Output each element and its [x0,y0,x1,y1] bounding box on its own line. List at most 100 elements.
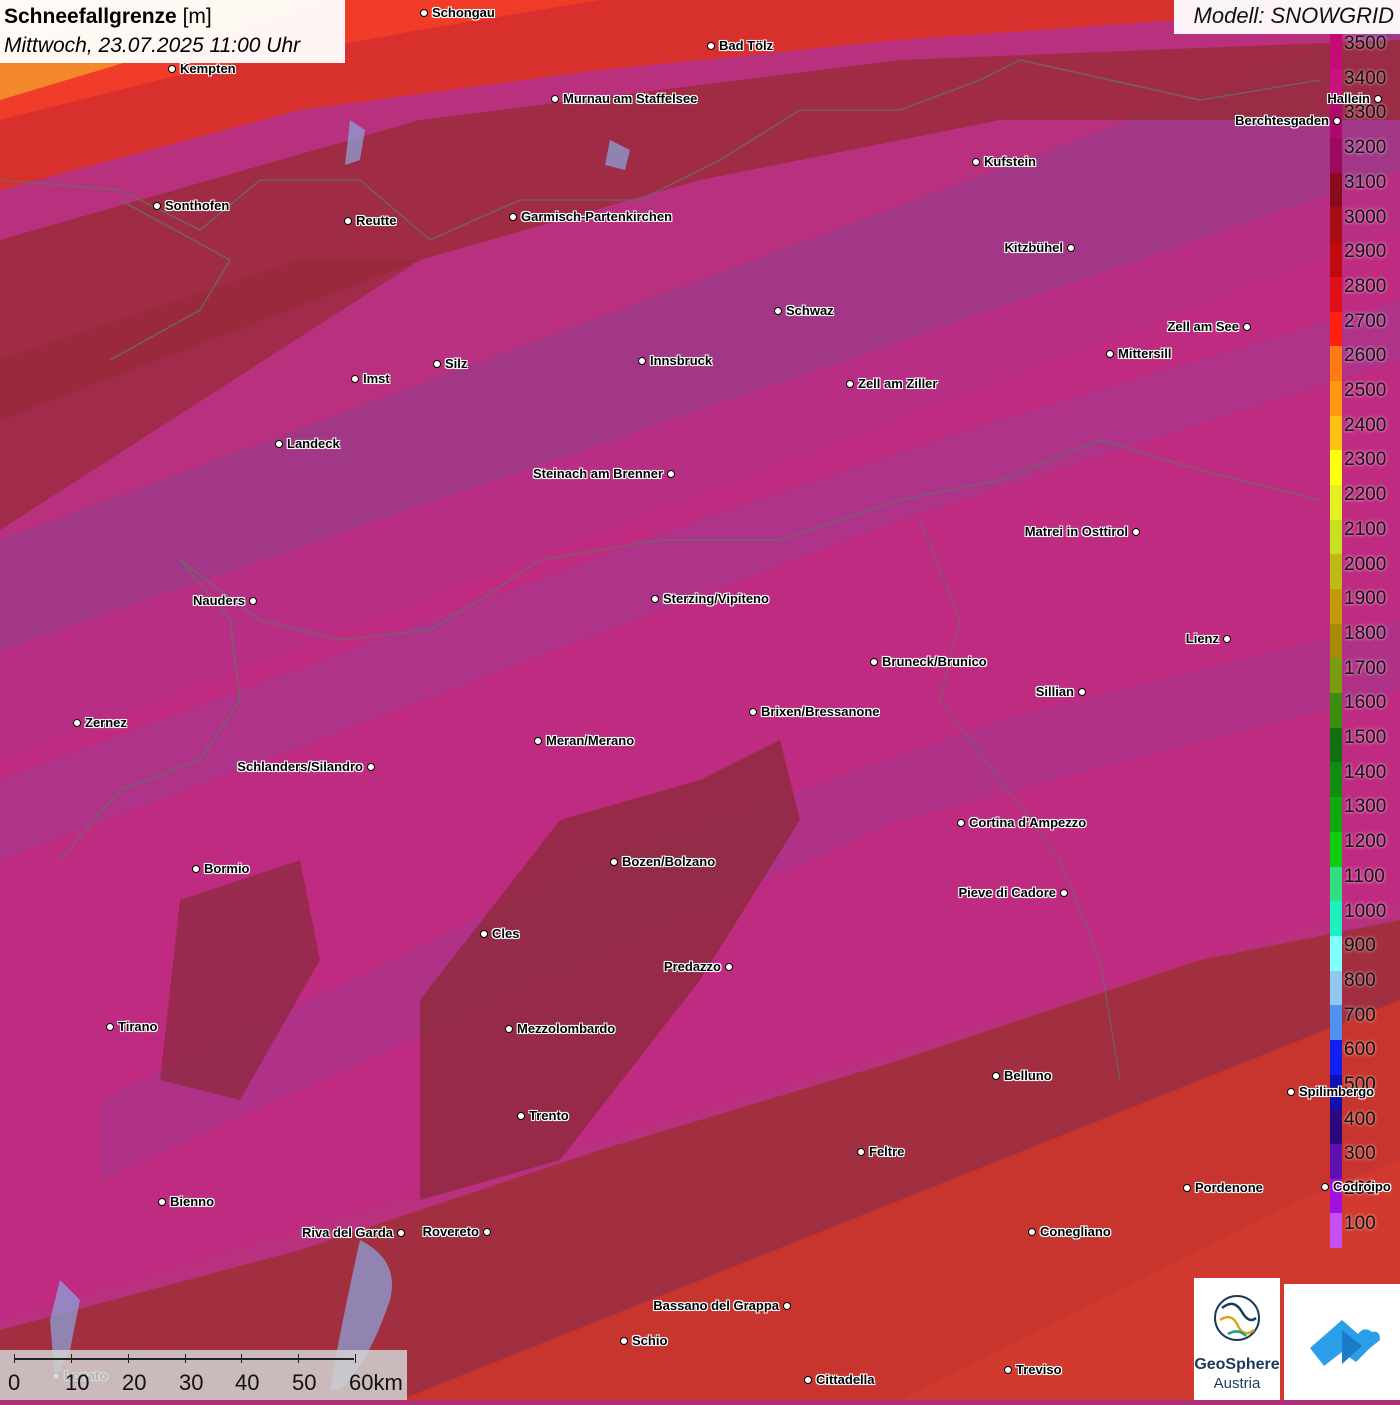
scale-bar-line [14,1358,354,1360]
city-label[interactable]: Meran/Merano [546,733,634,748]
city-marker [638,357,646,365]
city-label[interactable]: Garmisch-Partenkirchen [521,209,672,224]
scale-tick [185,1354,186,1363]
city-label[interactable]: Sterzing/Vipiteno [663,591,769,606]
city-label[interactable]: Conegliano [1040,1224,1111,1239]
city-label[interactable]: Bad Tölz [719,38,773,53]
scale-label: 20 [122,1370,147,1395]
city-label[interactable]: Schio [632,1333,667,1348]
city-label[interactable]: Bienno [170,1194,214,1209]
city-label[interactable]: Lienz [1186,631,1219,646]
city-label[interactable]: Pordenone [1195,1180,1263,1195]
city-label[interactable]: Silz [445,356,467,371]
legend-swatch [1330,762,1342,798]
city-label[interactable]: Matrei in Osttirol [1025,524,1128,539]
city-marker [351,375,359,383]
city-label[interactable]: Rovereto [423,1224,479,1239]
city-marker [1321,1183,1329,1191]
city-label[interactable]: Zell am Ziller [858,376,937,391]
city-label[interactable]: Reutte [356,213,396,228]
legend-swatch [1330,138,1342,173]
legend-swatch [1330,415,1342,451]
city-marker [397,1229,405,1237]
map-title: Schneefallgrenze [m] [4,2,341,31]
city-marker [168,65,176,73]
legend-label: 2600 [1344,345,1387,367]
city-label[interactable]: Treviso [1016,1362,1062,1377]
city-label[interactable]: Riva del Garda [302,1225,393,1240]
city-label[interactable]: Bormio [204,861,250,876]
city-marker [1333,117,1341,125]
city-label[interactable]: Murnau am Staffelsee [563,91,697,106]
legend-swatch [1330,346,1342,381]
city-label[interactable]: Bassano del Grappa [653,1298,779,1313]
legend-swatch [1330,797,1342,832]
city-label[interactable]: Belluno [1004,1068,1052,1083]
city-label[interactable]: Kempten [180,61,236,76]
legend-swatch [1330,34,1342,69]
city-label[interactable]: Sonthofen [165,198,229,213]
legend-label: 2400 [1344,414,1387,436]
legend-label: 1300 [1344,796,1387,818]
legend-label: 300 [1344,1143,1376,1165]
city-label[interactable]: Cortina d'Ampezzo [969,815,1086,830]
city-label[interactable]: Kitzbühel [1005,240,1064,255]
city-label[interactable]: Codroipo [1333,1179,1391,1194]
city-label[interactable]: Berchtesgaden [1235,113,1329,128]
city-label[interactable]: Predazzo [664,959,721,974]
geosphere-logo[interactable]: GeoSphere Austria [1194,1278,1280,1400]
city-label[interactable]: Imst [363,371,390,386]
city-label[interactable]: Trento [529,1108,569,1123]
legend-swatch [1330,589,1342,624]
city-marker [509,213,517,221]
city-label[interactable]: Brixen/Bressanone [761,704,880,719]
city-marker [1067,244,1075,252]
city-label[interactable]: Schwaz [786,303,834,318]
city-label[interactable]: Innsbruck [650,353,712,368]
city-label[interactable]: Sillian [1036,684,1074,699]
city-label[interactable]: Cles [492,926,519,941]
city-label[interactable]: Zell am See [1167,319,1239,334]
city-label[interactable]: Cittadella [816,1372,875,1387]
legend-label: 3200 [1344,137,1387,159]
city-label[interactable]: Steinach am Brenner [533,466,663,481]
city-marker [505,1025,513,1033]
city-marker [870,658,878,666]
app-logo[interactable] [1284,1284,1400,1400]
logo-line-1: GeoSphere [1194,1356,1280,1373]
city-label[interactable]: Landeck [287,436,340,451]
legend-swatch [1330,1144,1342,1179]
house-cloud-icon [1310,1320,1380,1366]
legend-swatch [1330,1005,1342,1040]
city-label[interactable]: Feltre [869,1144,904,1159]
legend-swatch [1330,1039,1342,1075]
legend-label: 2200 [1344,484,1387,506]
city-label[interactable]: Pieve di Cadore [958,885,1056,900]
city-label[interactable]: Schlanders/Silandro [237,759,363,774]
city-label[interactable]: Nauders [193,593,245,608]
city-label[interactable]: Kufstein [984,154,1036,169]
city-label[interactable]: Mittersill [1118,346,1171,361]
city-marker [804,1376,812,1384]
city-label[interactable]: Bozen/Bolzano [622,854,715,869]
legend-label: 1600 [1344,692,1387,714]
city-marker [992,1072,1000,1080]
geosphere-icon [1214,1295,1260,1341]
city-label[interactable]: Tirano [118,1019,158,1034]
city-marker [551,95,559,103]
city-label[interactable]: Schongau [432,5,495,20]
legend-swatch [1330,276,1342,312]
city-marker [620,1337,628,1345]
city-label[interactable]: Spilimbergo [1299,1084,1374,1099]
city-marker [1078,688,1086,696]
city-label[interactable]: Zernez [85,715,127,730]
legend-label: 1000 [1344,900,1387,922]
city-marker [153,202,161,210]
legend-label: 1200 [1344,831,1387,853]
legend-swatch [1330,207,1342,243]
legend-label: 1800 [1344,622,1387,644]
city-label[interactable]: Hallein [1327,91,1370,106]
city-label[interactable]: Mezzolombardo [517,1021,615,1036]
city-label[interactable]: Bruneck/Brunico [882,654,987,669]
legend-swatch [1330,831,1342,867]
